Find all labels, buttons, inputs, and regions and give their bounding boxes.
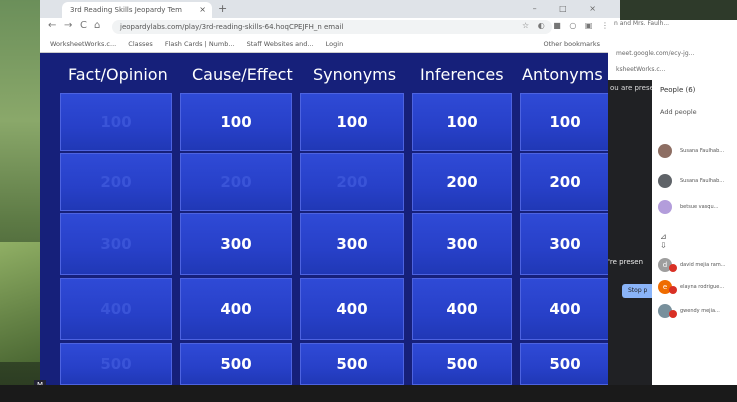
participant-name: elayna rodrigue...	[680, 284, 725, 290]
participant-row[interactable]: e elayna rodrigue...	[658, 278, 737, 300]
question-cell[interactable]: 400	[180, 278, 292, 340]
presenting-banner: ou are prese	[610, 84, 654, 92]
address-bar[interactable]: jeopardylabs.com/play/3rd-reading-skills…	[112, 20, 552, 34]
question-cell[interactable]: 100	[300, 93, 404, 151]
browser-window: 3rd Reading Skills Jeopardy Tem × + – □ …	[40, 0, 620, 385]
avatar	[658, 144, 672, 158]
forward-icon[interactable]: →	[64, 20, 72, 31]
participant-name: david mejia ram...	[680, 262, 726, 268]
question-cell[interactable]: 500	[412, 343, 512, 385]
bookmarks-bar: WorksheetWorks.c... Classes Flash Cards …	[40, 36, 620, 53]
question-cell[interactable]: 400	[520, 278, 610, 340]
question-cell[interactable]: 500	[60, 343, 172, 385]
participant-name: betsue vasqu...	[680, 204, 719, 210]
question-cell[interactable]: 100	[180, 93, 292, 151]
question-cell[interactable]: 200	[412, 153, 512, 211]
question-grid: 100 200 300 400 500 100 200 300 400 500 100 200 300 4…	[60, 93, 610, 385]
bookmark-item[interactable]: Flash Cards | Numb...	[165, 36, 235, 52]
question-cell[interactable]: 300	[60, 213, 172, 275]
category-row: Fact/Opinion Cause/Effect Synonyms Infer…	[40, 53, 620, 93]
participant-row[interactable]: gwendy mejia...	[658, 302, 737, 324]
jeopardy-board: Fact/Opinion Cause/Effect Synonyms Infer…	[40, 53, 620, 385]
mic-muted-icon	[669, 286, 677, 294]
participant-name: gwendy mejia...	[680, 308, 720, 314]
participant-name: Susana Faulhab...	[680, 148, 725, 154]
question-cell[interactable]: 300	[300, 213, 404, 275]
participant-row[interactable]: Susana Faulhab...	[658, 142, 737, 164]
tab-title: 3rd Reading Skills Jeopardy Tem	[70, 6, 182, 14]
tab-strip: 3rd Reading Skills Jeopardy Tem × + – □ …	[40, 0, 620, 18]
browser-toolbar: ← → C ⌂ jeopardylabs.com/play/3rd-readin…	[40, 18, 620, 36]
category-header: Fact/Opinion	[68, 65, 168, 84]
people-header: People (6)	[660, 86, 696, 94]
question-cell[interactable]: 300	[520, 213, 610, 275]
window-controls[interactable]: – □ ×	[533, 4, 606, 13]
add-people-button[interactable]: Add people	[660, 108, 697, 116]
participant-row[interactable]: betsue vasqu...	[658, 198, 737, 220]
participant-row[interactable]: d david mejia ram...	[658, 256, 737, 278]
question-cell[interactable]: 300	[412, 213, 512, 275]
participant-row[interactable]: Susana Faulhab...	[658, 172, 737, 194]
question-cell[interactable]: 500	[520, 343, 610, 385]
back-icon[interactable]: ←	[48, 20, 56, 31]
category-header: Antonyms	[522, 65, 603, 84]
meet-bookmark[interactable]: ksheetWorks.c...	[616, 66, 665, 73]
bookmark-item[interactable]: Login	[326, 36, 344, 52]
new-tab-button[interactable]: +	[218, 2, 227, 15]
bookmark-item[interactable]: Staff Websites and...	[247, 36, 314, 52]
close-tab-icon[interactable]: ×	[199, 2, 206, 18]
meet-tab-title[interactable]: n and Mrs. Faulh...	[614, 20, 669, 27]
question-cell[interactable]: 100	[412, 93, 512, 151]
question-cell[interactable]: 400	[300, 278, 404, 340]
question-cell[interactable]: 500	[180, 343, 292, 385]
category-header: Synonyms	[313, 65, 397, 84]
mic-muted-icon	[669, 264, 677, 272]
people-panel: People (6) Add people Susana Faulhab... S…	[652, 80, 737, 385]
question-cell[interactable]: 500	[300, 343, 404, 385]
avatar	[658, 174, 672, 188]
question-cell[interactable]: 100	[520, 93, 610, 151]
question-cell[interactable]: 400	[60, 278, 172, 340]
other-bookmarks[interactable]: Other bookmarks	[543, 36, 600, 52]
category-header: Cause/Effect	[192, 65, 293, 84]
monitor-bezel	[0, 385, 737, 402]
question-cell[interactable]: 100	[60, 93, 172, 151]
stop-presenting-button[interactable]: Stop p	[622, 284, 656, 298]
bookmark-item[interactable]: WorksheetWorks.c...	[50, 36, 116, 52]
presenting-text: 're presen	[608, 258, 644, 266]
participant-name: Susana Faulhab...	[680, 178, 725, 184]
meet-window: n and Mrs. Faulh... meet.google.com/ecy-…	[608, 20, 737, 385]
bookmark-item[interactable]: Classes	[128, 36, 153, 52]
question-cell[interactable]: 200	[180, 153, 292, 211]
question-cell[interactable]: 400	[412, 278, 512, 340]
question-cell[interactable]: 200	[520, 153, 610, 211]
pin-mute-controls[interactable]: ⊿ ⇩	[660, 232, 737, 250]
mic-muted-icon	[669, 310, 677, 318]
question-cell[interactable]: 300	[180, 213, 292, 275]
question-cell[interactable]: 200	[60, 153, 172, 211]
meet-stage: ou are prese 're presen Stop p	[608, 80, 656, 385]
question-cell[interactable]: 200	[300, 153, 404, 211]
screen: 3rd Reading Skills Jeopardy Tem × + – □ …	[0, 0, 737, 402]
meet-address-bar[interactable]: meet.google.com/ecy-jg...	[616, 50, 694, 57]
home-icon[interactable]: ⌂	[94, 20, 100, 31]
avatar	[658, 200, 672, 214]
reload-icon[interactable]: C	[80, 20, 87, 31]
tab-jeopardy[interactable]: 3rd Reading Skills Jeopardy Tem ×	[62, 2, 212, 18]
extension-icons[interactable]: ☆ ◐ ■ ○ ▣ ⋮	[522, 21, 612, 30]
category-header: Inferences	[420, 65, 504, 84]
